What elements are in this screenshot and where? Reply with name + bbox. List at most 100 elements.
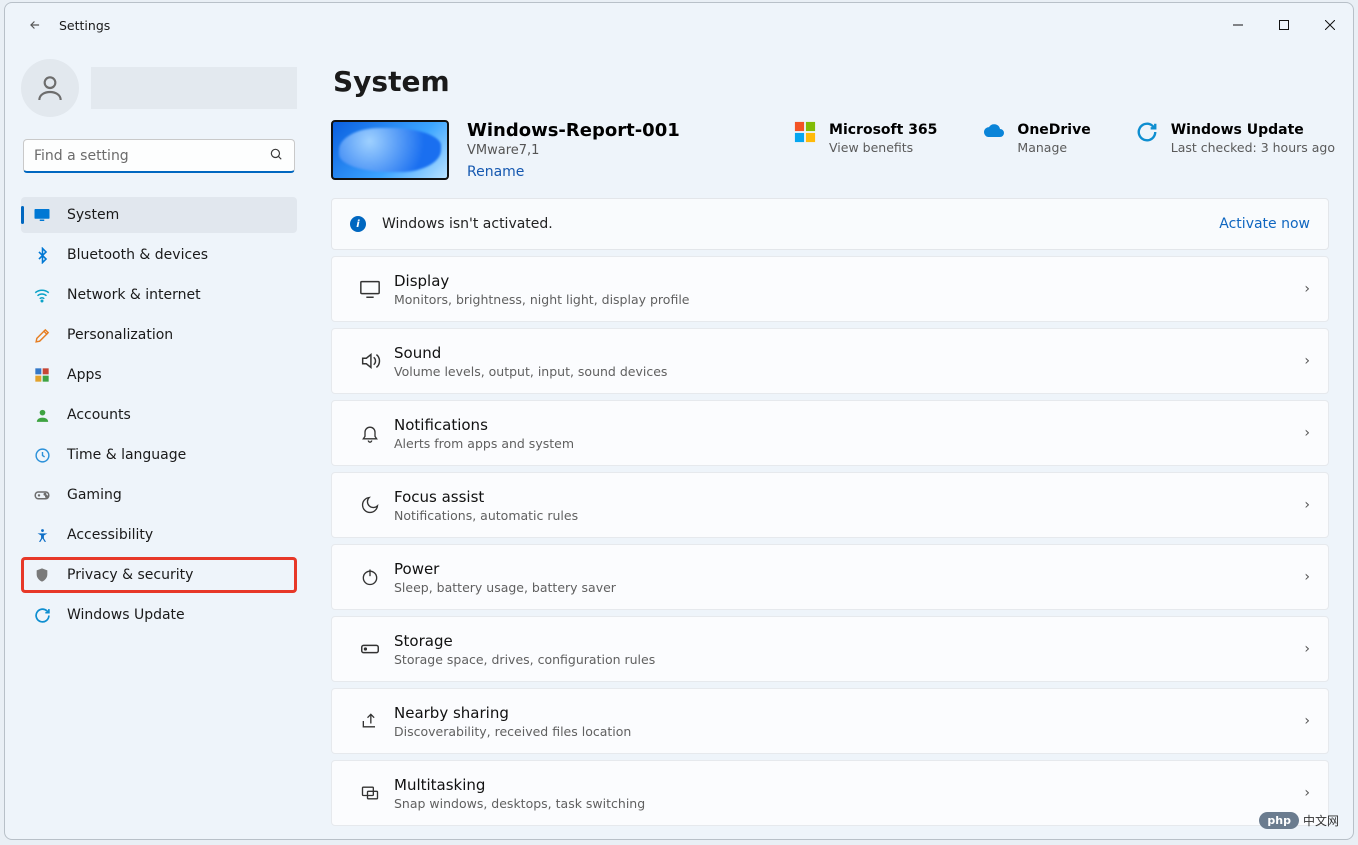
brush-icon [33,326,51,344]
setting-title: Sound [394,344,667,362]
content: System Windows-Report-001 VMware7,1 Rena… [313,47,1353,839]
window-controls [1215,3,1353,47]
setting-title: Focus assist [394,488,578,506]
nav-label: Gaming [67,487,122,503]
quick-links: Microsoft 365 View benefits OneDrive Man… [793,120,1335,155]
activate-now-link[interactable]: Activate now [1219,216,1310,232]
page-title: System [333,65,1335,98]
quicklink-sub: View benefits [829,140,937,155]
setting-focus-assist[interactable]: Focus assist Notifications, automatic rul… [331,472,1329,538]
chevron-right-icon: › [1304,713,1310,729]
update-icon [1135,120,1159,144]
nav-label: Accounts [67,407,131,423]
quicklink-microsoft365[interactable]: Microsoft 365 View benefits [793,120,937,155]
wifi-icon [33,286,51,304]
nav-label: Accessibility [67,527,153,543]
accessibility-icon [33,526,51,544]
bluetooth-icon [33,246,51,264]
nav: System Bluetooth & devices Network & int… [21,197,297,633]
setting-sub: Volume levels, output, input, sound devi… [394,364,667,379]
close-button[interactable] [1307,3,1353,47]
setting-power[interactable]: PowerSleep, battery usage, battery saver… [331,544,1329,610]
nav-item-privacy-security[interactable]: Privacy & security [21,557,297,593]
microsoft-logo-icon [793,120,817,144]
avatar [21,59,79,117]
onedrive-icon [981,120,1005,144]
maximize-button[interactable] [1261,3,1307,47]
quicklink-sub: Manage [1017,140,1090,155]
close-icon [1325,20,1335,30]
storage-icon [350,638,390,660]
display-icon [350,278,390,300]
setting-multitasking[interactable]: Multitasking Snap windows, desktops, task… [331,760,1329,826]
chevron-right-icon: › [1304,353,1310,369]
update-icon [33,606,51,624]
setting-storage[interactable]: StorageStorage space, drives, configurat… [331,616,1329,682]
chevron-right-icon: › [1304,641,1310,657]
chevron-right-icon: › [1304,497,1310,513]
arrow-left-icon [28,18,42,32]
quicklink-onedrive[interactable]: OneDrive Manage [981,120,1090,155]
nav-label: Network & internet [67,287,201,303]
setting-sub: Storage space, drives, configuration rul… [394,652,655,667]
setting-nearby-sharing[interactable]: Nearby sharing Discoverability, received … [331,688,1329,754]
nav-item-windows-update[interactable]: Windows Update [21,597,297,633]
multitask-icon [350,783,390,803]
device-info: Windows-Report-001 VMware7,1 Rename [467,120,697,180]
back-button[interactable] [25,18,45,32]
share-icon [350,711,390,731]
device-header: Windows-Report-001 VMware7,1 Rename Micr… [331,120,1335,180]
rename-link[interactable]: Rename [467,164,524,180]
minimize-icon [1233,20,1243,30]
quicklink-title: OneDrive [1017,122,1090,138]
search-wrap [21,139,297,173]
setting-title: Multitasking [394,776,645,794]
setting-sound[interactable]: Sound Volume levels, output, input, sound… [331,328,1329,394]
nav-item-apps[interactable]: Apps [21,357,297,393]
nav-item-time-language[interactable]: Time & language [21,437,297,473]
apps-icon [33,366,51,384]
setting-sub: Snap windows, desktops, task switching [394,796,645,811]
chevron-right-icon: › [1304,281,1310,297]
device-model: VMware7,1 [467,143,697,158]
bell-icon [350,423,390,443]
nav-item-network[interactable]: Network & internet [21,277,297,313]
info-icon: i [350,216,366,232]
minimize-button[interactable] [1215,3,1261,47]
sound-icon [350,350,390,372]
quicklink-windows-update[interactable]: Windows Update Last checked: 3 hours ago [1135,120,1335,155]
settings-list-scroll[interactable]: i Windows isn't activated. Activate now … [331,198,1335,839]
quicklink-title: Microsoft 365 [829,122,937,138]
setting-sub: Discoverability, received files location [394,724,631,739]
nav-label: Apps [67,367,102,383]
nav-item-gaming[interactable]: Gaming [21,477,297,513]
nav-item-accounts[interactable]: Accounts [21,397,297,433]
watermark: php 中文网 [1259,812,1339,829]
chevron-right-icon: › [1304,425,1310,441]
setting-sub: Sleep, battery usage, battery saver [394,580,616,595]
profile-block[interactable] [21,59,297,117]
nav-item-personalization[interactable]: Personalization [21,317,297,353]
setting-title: Nearby sharing [394,704,631,722]
search-input[interactable] [23,139,295,173]
setting-sub: Notifications, automatic rules [394,508,578,523]
power-icon [350,567,390,587]
desktop-thumbnail[interactable] [331,120,449,180]
search-icon [269,147,283,161]
setting-notifications[interactable]: NotificationsAlerts from apps and system… [331,400,1329,466]
maximize-icon [1279,20,1289,30]
chevron-right-icon: › [1304,785,1310,801]
nav-label: Windows Update [67,607,185,623]
person-icon [33,406,51,424]
nav-item-bluetooth[interactable]: Bluetooth & devices [21,237,297,273]
watermark-text: 中文网 [1303,812,1339,829]
device-name: Windows-Report-001 [467,120,697,141]
setting-display[interactable]: DisplayMonitors, brightness, night light… [331,256,1329,322]
setting-title: Notifications [394,416,574,434]
notice-text: Windows isn't activated. [382,216,553,232]
nav-label: Time & language [67,447,186,463]
nav-item-system[interactable]: System [21,197,297,233]
quicklink-title: Windows Update [1171,122,1335,138]
setting-title: Display [394,272,689,290]
nav-item-accessibility[interactable]: Accessibility [21,517,297,553]
